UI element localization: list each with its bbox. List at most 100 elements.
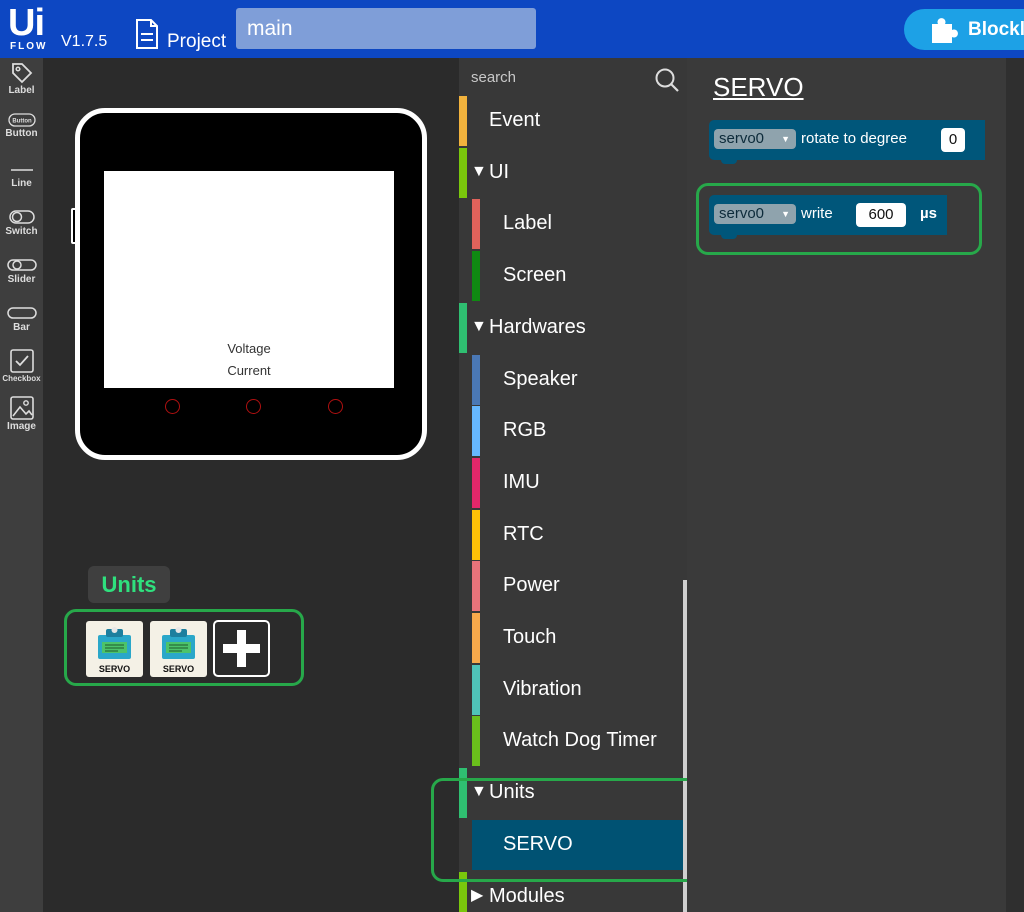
- device-side-button: [71, 208, 77, 244]
- unit-tile-servo[interactable]: SERVO: [86, 621, 143, 677]
- category-label: Touch: [503, 626, 557, 648]
- workspace-title: SERVO: [713, 72, 804, 102]
- servo-device-dropdown[interactable]: servo0 ▼: [714, 204, 796, 224]
- category-power[interactable]: Power: [472, 561, 685, 612]
- category-color-bar: [459, 96, 467, 146]
- category-color-bar: [472, 457, 480, 508]
- category-event[interactable]: Event: [459, 96, 685, 146]
- document-icon[interactable]: [134, 18, 160, 50]
- input-plug: [933, 134, 938, 146]
- design-canvas[interactable]: Voltage Current Units SERVO SERVO: [43, 58, 459, 912]
- category-label: Power: [503, 574, 560, 597]
- device-button-c: [328, 399, 343, 414]
- category-label: RGB: [503, 419, 547, 442]
- category-color-bar: [472, 509, 480, 560]
- device-screen[interactable]: Voltage Current: [104, 171, 394, 388]
- dropdown-value: servo0: [719, 205, 765, 222]
- blockly-workspace[interactable]: SERVO servo0 ▼ rotate to degree 0 servo0…: [687, 58, 1006, 912]
- category-color-bar: [472, 664, 480, 715]
- widget-slider-text: Slider: [7, 274, 36, 285]
- puzzle-icon: [932, 18, 958, 43]
- widget-switch[interactable]: Switch: [0, 208, 43, 237]
- button-icon: Button: [7, 113, 36, 127]
- project-name-input[interactable]: [236, 8, 536, 49]
- category-color-bar: [472, 716, 480, 767]
- category-label: RTC: [503, 522, 544, 545]
- widget-button[interactable]: Button Button: [0, 112, 43, 139]
- category-label: Watch Dog Timer: [503, 729, 657, 752]
- category-color-bar: [472, 406, 480, 457]
- image-icon: [9, 396, 34, 420]
- block-notch: [721, 233, 737, 239]
- units-panel: SERVO SERVO: [64, 609, 304, 686]
- category-label: UI: [489, 160, 509, 183]
- add-unit-button[interactable]: [213, 620, 270, 677]
- project-label[interactable]: Project: [167, 31, 226, 53]
- widget-line-text: Line: [11, 178, 32, 189]
- widget-label-text: Label: [8, 85, 35, 96]
- slider-icon: [6, 259, 37, 271]
- category-vibration[interactable]: Vibration: [472, 664, 685, 715]
- category-color-bar: [472, 561, 480, 612]
- search-icon[interactable]: [654, 67, 680, 93]
- line-icon: [10, 169, 33, 171]
- input-plug: [849, 209, 854, 221]
- block-text: write: [801, 205, 833, 222]
- category-panel: Event▼UILabelScreen▼HardwaresSpeakerRGBI…: [431, 58, 701, 912]
- top-bar: Ui FLOW V1.7.5 Project Blockly: [0, 0, 1024, 58]
- pulse-width-input[interactable]: 600: [856, 203, 906, 227]
- caret-down-icon: ▼: [471, 317, 487, 335]
- widget-switch-text: Switch: [5, 226, 38, 237]
- category-label: Speaker: [503, 367, 578, 390]
- category-label: IMU: [503, 470, 540, 493]
- bar-icon: [6, 307, 37, 319]
- widget-slider[interactable]: Slider: [0, 256, 43, 285]
- block-notch: [721, 158, 737, 164]
- unit-tile-label: SERVO: [98, 664, 131, 674]
- category-label: Screen: [503, 264, 567, 287]
- widget-line[interactable]: Line: [0, 162, 43, 189]
- widget-button-text: Button: [5, 128, 38, 139]
- button-icon-text: Button: [12, 119, 32, 125]
- servo-rotate-block[interactable]: servo0 ▼ rotate to degree 0: [709, 120, 985, 164]
- device-preview: Voltage Current: [71, 108, 427, 460]
- version-label: V1.7.5: [61, 33, 108, 50]
- blockly-button-label: Blockly: [968, 19, 1024, 40]
- widget-image[interactable]: Image: [0, 395, 43, 432]
- category-label: Hardwares: [489, 315, 586, 338]
- dropdown-arrow-icon: ▼: [781, 134, 790, 144]
- category-rgb[interactable]: RGB: [472, 406, 685, 457]
- servo-write-block[interactable]: servo0 ▼ write 600 µs: [709, 195, 947, 239]
- degree-input[interactable]: 0: [941, 128, 965, 152]
- plus-icon: [223, 630, 260, 667]
- widget-bar[interactable]: Bar: [0, 304, 43, 333]
- category-color-bar: [459, 302, 467, 353]
- category-rtc[interactable]: RTC: [472, 509, 685, 560]
- category-color-bar: [459, 147, 467, 198]
- category-color-bar: [472, 251, 480, 302]
- category-screen[interactable]: Screen: [472, 251, 685, 302]
- uiflow-logo: Ui FLOW: [8, 4, 54, 54]
- category-label: Event: [489, 109, 541, 131]
- blockly-mode-button[interactable]: Blockly: [904, 9, 1024, 50]
- category-watch-dog-timer[interactable]: Watch Dog Timer: [472, 716, 685, 767]
- category-color-bar: [472, 354, 480, 405]
- screen-label-current[interactable]: Current: [104, 363, 394, 378]
- unit-tile-servo[interactable]: SERVO: [150, 621, 207, 677]
- servo-device-dropdown[interactable]: servo0 ▼: [714, 129, 796, 149]
- category-imu[interactable]: IMU: [472, 457, 685, 508]
- device-button-b: [246, 399, 261, 414]
- servo-icon: [162, 627, 195, 659]
- widget-label[interactable]: Label: [0, 61, 43, 96]
- widget-checkbox[interactable]: Checkbox: [0, 348, 43, 383]
- category-speaker[interactable]: Speaker: [472, 354, 685, 405]
- unit-tile-label: SERVO: [162, 664, 195, 674]
- screen-label-voltage[interactable]: Voltage: [104, 341, 394, 356]
- widget-bar-text: Bar: [13, 322, 30, 333]
- dropdown-value: servo0: [719, 130, 765, 147]
- category-label[interactable]: Label: [472, 199, 685, 250]
- caret-down-icon: ▼: [471, 162, 487, 180]
- search-input[interactable]: [459, 58, 685, 96]
- category-touch[interactable]: Touch: [472, 613, 685, 663]
- units-panel-title: Units: [88, 566, 170, 603]
